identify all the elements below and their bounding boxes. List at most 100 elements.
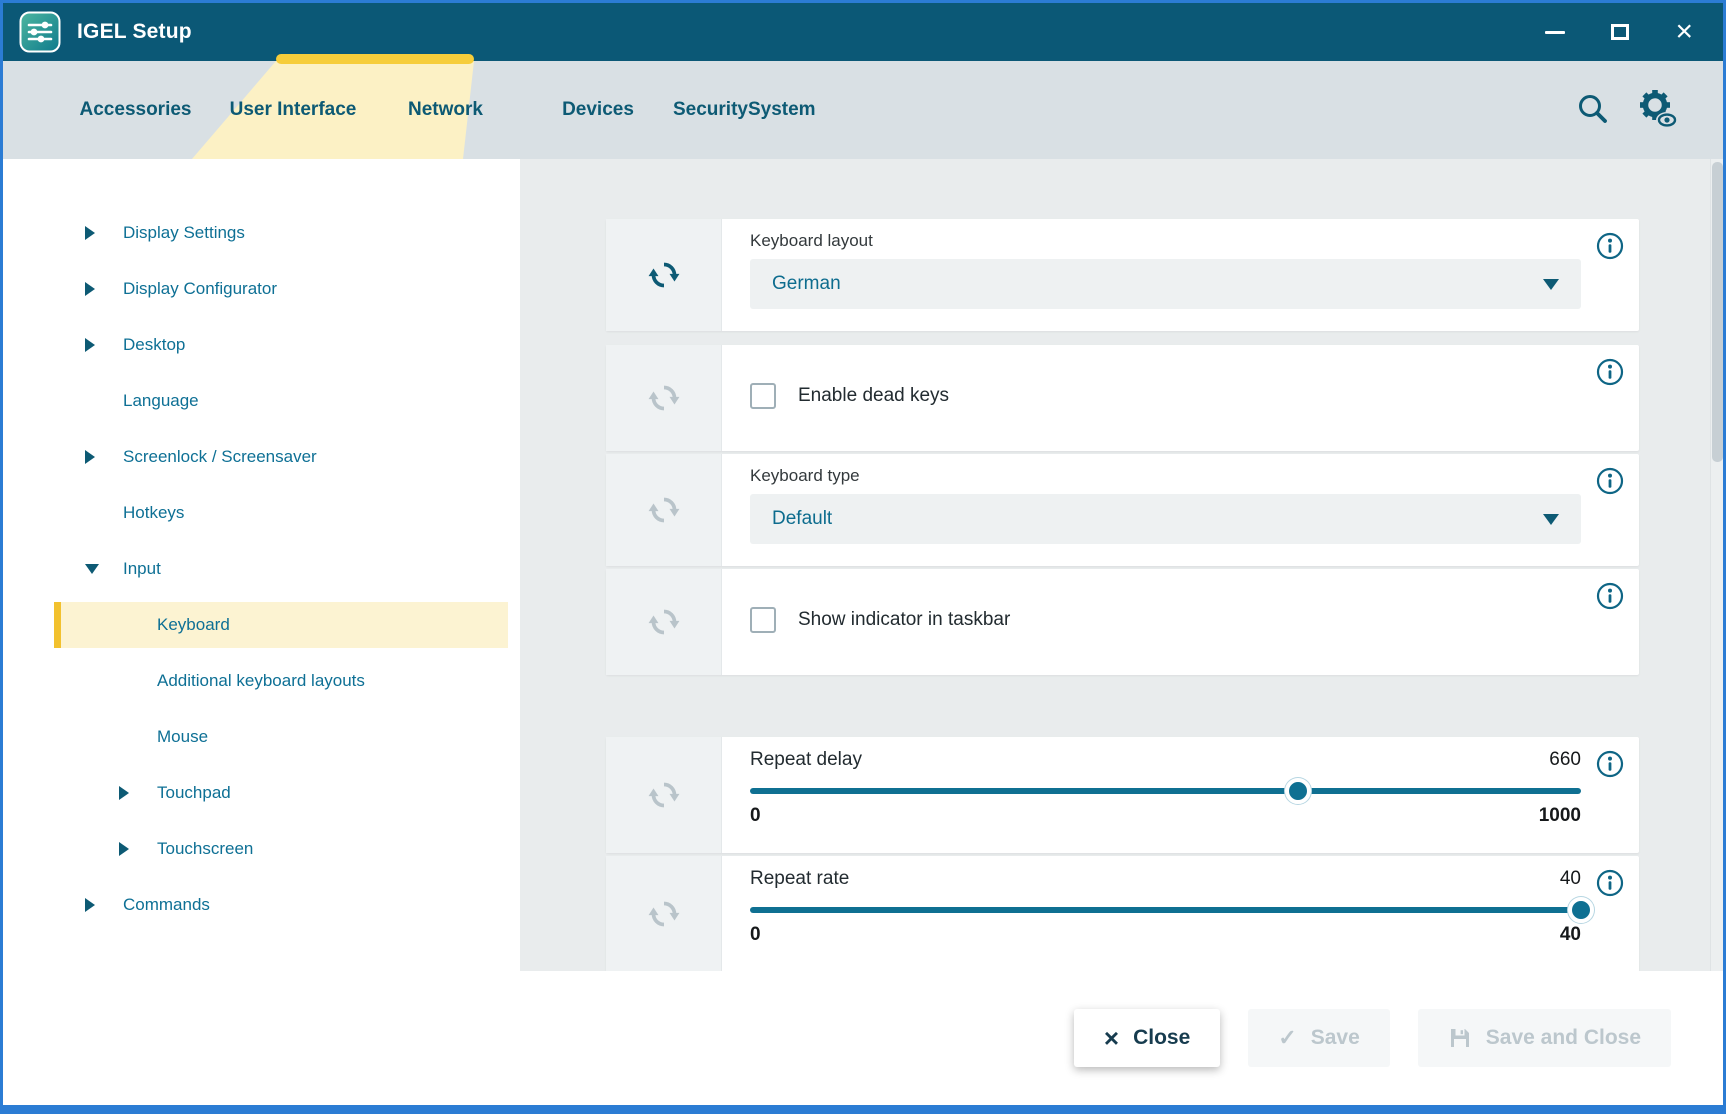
- close-button[interactable]: × Close: [1074, 1009, 1220, 1067]
- maximize-icon: [1611, 24, 1629, 40]
- sync-icon: [647, 605, 681, 639]
- caret-down-icon: [1543, 514, 1559, 525]
- reset-button[interactable]: [647, 258, 681, 292]
- sync-icon: [647, 778, 681, 812]
- slider-value: 40: [1560, 868, 1581, 890]
- footer-bar: × Close ✓ Save Save and Close: [3, 971, 1723, 1105]
- tab-security[interactable]: Security: [673, 61, 748, 159]
- save-and-close-button[interactable]: Save and Close: [1418, 1009, 1671, 1067]
- slider-handle[interactable]: [1285, 778, 1311, 804]
- show-indicator-checkbox[interactable]: [750, 607, 776, 633]
- chevron-down-icon: [85, 564, 99, 574]
- chevron-right-icon: [85, 898, 95, 912]
- setting-card-keyboard-type: Keyboard type Default: [606, 454, 1639, 566]
- scrollbar[interactable]: [1710, 159, 1723, 971]
- sidebar-tree: Display Settings Display Configurator De…: [3, 159, 520, 971]
- scrollbar-thumb[interactable]: [1712, 162, 1723, 462]
- select-value: German: [772, 273, 841, 295]
- slider-value: 660: [1549, 749, 1581, 771]
- maximize-button[interactable]: [1611, 24, 1629, 40]
- info-button[interactable]: [1595, 357, 1625, 387]
- titlebar: IGEL Setup ×: [3, 3, 1723, 61]
- sidebar-item-commands[interactable]: Commands: [3, 877, 520, 933]
- repeat-delay-slider[interactable]: [750, 788, 1581, 794]
- sidebar-item-language[interactable]: Language: [3, 373, 520, 429]
- window-controls: ×: [1545, 17, 1707, 47]
- tab-network[interactable]: Network: [368, 61, 523, 159]
- close-x-icon: ×: [1104, 1025, 1119, 1051]
- sidebar-item-display-settings[interactable]: Display Settings: [3, 205, 520, 261]
- close-icon: ×: [1675, 17, 1693, 47]
- reset-button[interactable]: [647, 778, 681, 812]
- info-button[interactable]: [1595, 749, 1625, 779]
- reset-button[interactable]: [647, 897, 681, 931]
- check-icon: ✓: [1278, 1027, 1296, 1049]
- setting-card-taskbar-indicator: Show indicator in taskbar: [606, 569, 1639, 675]
- sidebar-item-display-configurator[interactable]: Display Configurator: [3, 261, 520, 317]
- sidebar-item-touchpad[interactable]: Touchpad: [3, 765, 520, 821]
- parameter-visibility-button[interactable]: [1637, 89, 1679, 132]
- sidebar-item-hotkeys[interactable]: Hotkeys: [3, 485, 520, 541]
- sidebar-item-mouse[interactable]: Mouse: [3, 709, 520, 765]
- chevron-right-icon: [85, 226, 95, 240]
- tab-accessories[interactable]: Accessories: [53, 61, 218, 159]
- tab-devices[interactable]: Devices: [523, 61, 673, 159]
- sidebar-item-desktop[interactable]: Desktop: [3, 317, 520, 373]
- select-value: Default: [772, 508, 832, 530]
- slider-max: 1000: [1539, 805, 1581, 827]
- repeat-rate-slider[interactable]: [750, 907, 1581, 913]
- sidebar-item-screenlock-screensaver[interactable]: Screenlock / Screensaver: [3, 429, 520, 485]
- sync-icon: [647, 897, 681, 931]
- enable-dead-keys-checkbox[interactable]: [750, 383, 776, 409]
- reset-button[interactable]: [647, 605, 681, 639]
- field-label: Keyboard type: [750, 466, 1581, 486]
- info-icon: [1595, 466, 1625, 496]
- info-button[interactable]: [1595, 466, 1625, 496]
- info-icon: [1595, 749, 1625, 779]
- sync-icon: [647, 493, 681, 527]
- setting-card-dead-keys: Enable dead keys: [606, 345, 1639, 451]
- tab-bar: Accessories User Interface Network Devic…: [3, 61, 1723, 159]
- info-button[interactable]: [1595, 868, 1625, 898]
- sidebar-item-additional-keyboard-layouts[interactable]: Additional keyboard layouts: [3, 653, 520, 709]
- keyboard-type-select[interactable]: Default: [750, 494, 1581, 544]
- reset-button[interactable]: [647, 381, 681, 415]
- info-icon: [1595, 581, 1625, 611]
- chevron-right-icon: [119, 842, 129, 856]
- chevron-right-icon: [85, 282, 95, 296]
- sidebar-item-input[interactable]: Input: [3, 541, 520, 597]
- minimize-button[interactable]: [1545, 31, 1565, 34]
- close-window-button[interactable]: ×: [1675, 17, 1693, 47]
- checkbox-label: Show indicator in taskbar: [798, 609, 1010, 631]
- minimize-icon: [1545, 31, 1565, 34]
- chevron-right-icon: [85, 338, 95, 352]
- active-tab-top-bar: [276, 54, 474, 64]
- checkbox-label: Enable dead keys: [798, 385, 949, 407]
- slider-label: Repeat delay: [750, 749, 862, 771]
- tab-system[interactable]: System: [748, 61, 816, 159]
- slider-handle[interactable]: [1568, 897, 1594, 923]
- chevron-right-icon: [119, 786, 129, 800]
- info-button[interactable]: [1595, 231, 1625, 261]
- caret-down-icon: [1543, 279, 1559, 290]
- igel-logo-icon: [19, 11, 61, 53]
- sidebar-item-touchscreen[interactable]: Touchscreen: [3, 821, 520, 877]
- sync-icon: [647, 381, 681, 415]
- slider-max: 40: [1560, 924, 1581, 946]
- tab-user-interface[interactable]: User Interface: [218, 61, 368, 159]
- slider-min: 0: [750, 805, 761, 827]
- reset-button[interactable]: [647, 493, 681, 527]
- sync-icon: [647, 258, 681, 292]
- save-button[interactable]: ✓ Save: [1248, 1009, 1389, 1067]
- keyboard-layout-select[interactable]: German: [750, 259, 1581, 309]
- search-button[interactable]: [1575, 91, 1611, 130]
- chevron-right-icon: [85, 450, 95, 464]
- info-button[interactable]: [1595, 581, 1625, 611]
- settings-panel: Keyboard layout German: [520, 159, 1710, 971]
- sidebar-item-keyboard[interactable]: Keyboard: [3, 597, 520, 653]
- setting-card-repeat-rate: Repeat rate 40 0 40: [606, 856, 1639, 971]
- window-title: IGEL Setup: [77, 20, 192, 44]
- app-window: IGEL Setup × Accessories User Interface …: [0, 0, 1726, 1114]
- field-label: Keyboard layout: [750, 231, 1581, 251]
- gear-eye-icon: [1637, 89, 1679, 132]
